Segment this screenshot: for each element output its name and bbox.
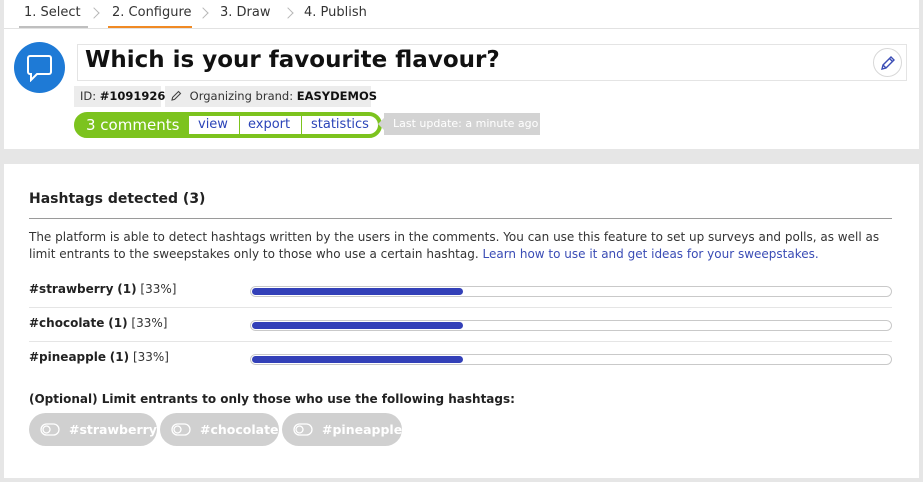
toggle-label: #strawberry	[69, 422, 157, 437]
title-box: Which is your favourite flavour?	[77, 44, 907, 81]
hashtag-percent: [33%]	[131, 316, 168, 330]
hashtag-progress-bar	[250, 320, 892, 331]
hashtag-progress-fill	[252, 322, 463, 329]
learn-more-link[interactable]: Learn how to use it and get ideas for yo…	[483, 247, 819, 261]
hashtag-count: (1)	[117, 282, 137, 296]
hashtag-label: #strawberry (1) [33%]	[29, 282, 176, 296]
step-configure[interactable]: 2. Configure	[108, 5, 192, 28]
divider	[29, 341, 892, 342]
chat-bubble-icon	[14, 42, 65, 93]
toggle-pineapple[interactable]: #pineapple	[282, 413, 402, 446]
section-divider	[4, 149, 919, 164]
hashtag-percent: [33%]	[132, 350, 169, 364]
hashtag-progress-fill	[252, 356, 463, 363]
hashtag-count: (1)	[108, 316, 128, 330]
chevron-right-icon	[88, 7, 100, 19]
hashtag-name: #pineapple	[29, 350, 106, 364]
toggle-label: #chocolate	[200, 422, 279, 437]
hashtag-label: #pineapple (1) [33%]	[29, 350, 169, 364]
brand-value: EASYDEMOS	[296, 89, 378, 103]
view-link[interactable]: view	[198, 117, 228, 132]
hashtag-count: (1)	[109, 350, 130, 364]
hashtag-row-strawberry: #strawberry (1) [33%]	[29, 279, 892, 301]
hashtag-name: #chocolate	[29, 316, 105, 330]
divider	[29, 218, 892, 219]
brand-chip: Organizing brand: EASYDEMOS	[165, 86, 377, 107]
page-title: Which is your favourite flavour?	[85, 47, 500, 73]
hashtag-label: #chocolate (1) [33%]	[29, 316, 167, 330]
comments-actions: view export statistics	[189, 116, 378, 134]
edit-button[interactable]	[873, 48, 902, 77]
export-link[interactable]: export	[248, 117, 290, 132]
chevron-right-icon	[282, 7, 294, 19]
hashtag-name: #strawberry	[29, 282, 114, 296]
toggle-label: #pineapple	[322, 422, 403, 437]
id-chip: ID: #1091926	[74, 86, 165, 107]
hashtag-progress-fill	[252, 288, 463, 295]
id-label: ID:	[80, 89, 97, 103]
brand-label: Organizing brand:	[189, 89, 294, 103]
toggle-off-icon	[293, 423, 313, 436]
hashtag-row-pineapple: #pineapple (1) [33%]	[29, 347, 892, 369]
hashtag-progress-bar	[250, 286, 892, 297]
optional-filter-label: (Optional) Limit entrants to only those …	[29, 392, 515, 406]
divider	[29, 307, 892, 308]
hashtag-row-chocolate: #chocolate (1) [33%]	[29, 313, 892, 335]
step-select[interactable]: 1. Select	[19, 5, 88, 28]
hashtags-description: The platform is able to detect hashtags …	[29, 229, 899, 263]
toggle-strawberry[interactable]: #strawberry	[29, 413, 157, 446]
toggle-off-icon	[40, 423, 60, 436]
id-value: #1091926	[99, 89, 166, 103]
step-draw[interactable]: 3. Draw	[220, 5, 271, 28]
comments-count: 3 comments	[86, 116, 180, 134]
step-publish[interactable]: 4. Publish	[304, 5, 367, 28]
pencil-icon	[881, 56, 895, 70]
hashtag-percent: [33%]	[140, 282, 177, 296]
toggle-chocolate[interactable]: #chocolate	[160, 413, 279, 446]
hashtag-progress-bar	[250, 354, 892, 365]
comments-pill: 3 comments view export statistics	[74, 112, 382, 138]
page-frame: 1. Select 2. Configure 3. Draw 4. Publis…	[4, 0, 919, 478]
section-title: Hashtags detected (3)	[29, 191, 206, 207]
divider	[239, 116, 240, 134]
statistics-link[interactable]: statistics	[311, 117, 369, 132]
toggle-off-icon	[171, 423, 191, 436]
tag-icon	[171, 90, 182, 101]
wizard-steps: 1. Select 2. Configure 3. Draw 4. Publis…	[4, 0, 919, 29]
chevron-right-icon	[197, 7, 209, 19]
divider	[301, 116, 302, 134]
last-update-tooltip: Last update: a minute ago	[378, 113, 540, 135]
